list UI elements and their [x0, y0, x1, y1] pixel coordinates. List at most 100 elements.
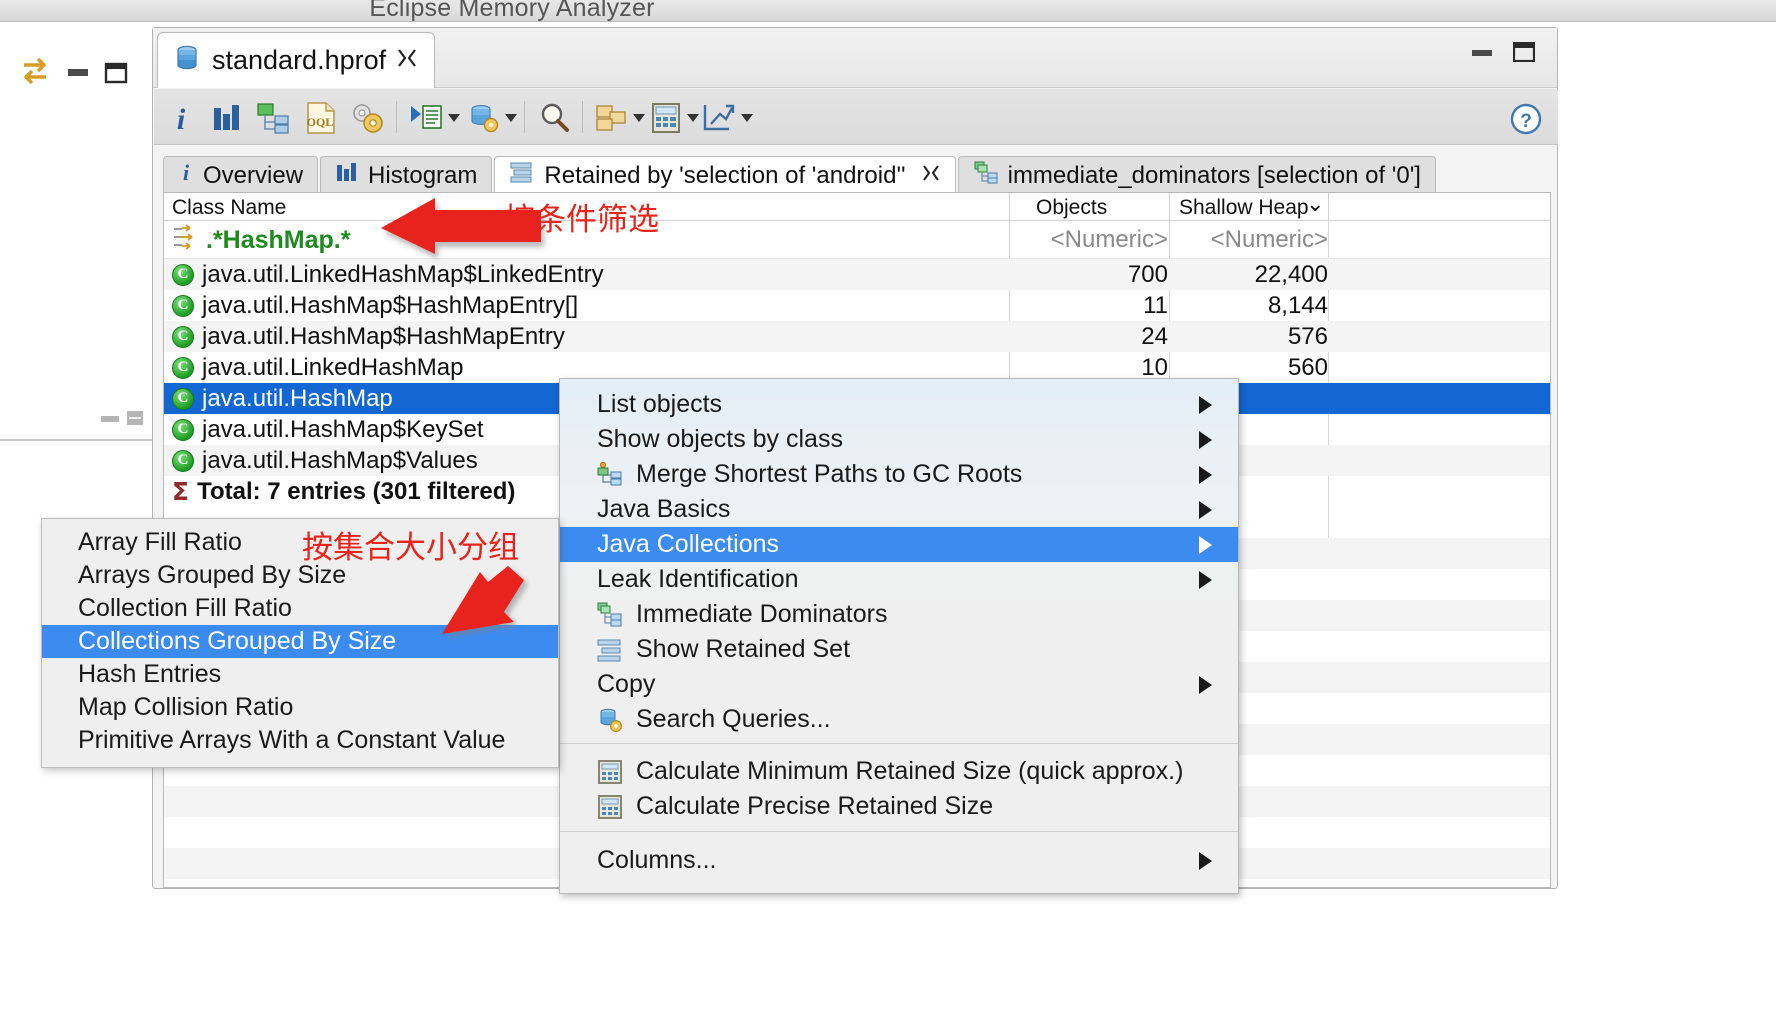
group-by-icon[interactable] — [594, 99, 645, 137]
menu-item-label: Search Queries... — [636, 705, 831, 734]
submenu-item-hash-entries[interactable]: Hash Entries — [42, 658, 558, 691]
submenu-item-label: Hash Entries — [78, 660, 221, 689]
column-divider[interactable] — [1169, 193, 1170, 221]
menu-item-java-basics[interactable]: Java Basics — [560, 492, 1238, 527]
app-title: Eclipse Memory Analyzer — [0, 0, 1024, 23]
chevron-down-icon[interactable] — [633, 114, 645, 122]
row-class-name-label: java.util.HashMap$HashMapEntry — [202, 323, 565, 351]
maximize-view-icon[interactable] — [104, 62, 128, 89]
query-browser-icon[interactable] — [466, 99, 517, 137]
close-icon[interactable] — [396, 47, 418, 74]
left-panel-restore-icon[interactable] — [126, 410, 144, 426]
editor-tab-standard-hprof[interactable]: standard.hprof — [157, 32, 435, 88]
left-view-toolbar — [12, 56, 142, 90]
left-panel-minimize-icon[interactable] — [100, 412, 120, 424]
menu-item-show-objects-by-class[interactable]: Show objects by class — [560, 422, 1238, 457]
submenu-arrow-icon — [1199, 676, 1212, 694]
menu-item-list-objects[interactable]: List objects — [560, 387, 1238, 422]
row-class-name: C java.util.LinkedHashMap$LinkedEntry — [172, 261, 604, 289]
chevron-down-icon[interactable] — [687, 114, 699, 122]
submenu-arrow-icon — [1199, 501, 1212, 519]
column-divider[interactable] — [1009, 193, 1010, 221]
submenu-arrow-icon — [1199, 852, 1212, 870]
menu-item-search-queries[interactable]: Search Queries... — [560, 702, 1238, 737]
calculator-icon — [597, 794, 623, 820]
menu-item-label: Copy — [597, 670, 655, 699]
dominator-tree-icon[interactable] — [256, 99, 292, 137]
chevron-down-icon[interactable] — [505, 114, 517, 122]
column-divider[interactable] — [1328, 193, 1329, 221]
retained-set-icon — [597, 637, 623, 663]
histogram-icon — [335, 161, 359, 190]
menu-item-columns[interactable]: Columns... — [560, 843, 1238, 878]
menu-item-merge-shortest-paths-to-gc-roots[interactable]: Merge Shortest Paths to GC Roots — [560, 457, 1238, 492]
submenu-item-collection-fill-ratio[interactable]: Collection Fill Ratio — [42, 592, 558, 625]
search-icon[interactable] — [538, 99, 572, 137]
column-header-shallow-heap[interactable]: Shallow Heap — [1179, 196, 1309, 220]
table-row[interactable]: C java.util.LinkedHashMap$LinkedEntry 70… — [164, 259, 1550, 290]
column-header-class-name[interactable]: Class Name — [172, 196, 286, 220]
filter-row-class-name[interactable]: .*HashMap.* — [172, 224, 350, 257]
row-class-name: C java.util.HashMap$HashMapEntry — [172, 323, 565, 351]
submenu-item-primitive-arrays-with-a-constant-value[interactable]: Primitive Arrays With a Constant Value — [42, 724, 558, 757]
calculate-gears-icon[interactable] — [350, 99, 386, 137]
heap-dump-icon — [172, 43, 202, 78]
row-class-name: C java.util.HashMap$Values — [172, 447, 478, 475]
tab-histogram-label: Histogram — [368, 162, 477, 190]
submenu-arrow-icon — [1199, 396, 1212, 414]
table-filter-row[interactable]: .*HashMap.* <Numeric> <Numeric> — [164, 222, 1550, 258]
row-shallow-heap: 8,144 — [1176, 292, 1328, 320]
menu-item-java-collections[interactable]: Java Collections — [560, 527, 1238, 562]
menu-item-show-retained-set[interactable]: Show Retained Set — [560, 632, 1238, 667]
close-icon[interactable] — [921, 163, 941, 189]
class-icon: C — [172, 357, 194, 379]
table-row[interactable]: C java.util.HashMap$HashMapEntry 24 576 — [164, 321, 1550, 352]
info-icon: i — [178, 160, 194, 191]
oql-icon[interactable]: OQL — [304, 99, 338, 137]
annotation-label-group-by-size: 按集合大小分组 — [302, 522, 519, 567]
chevron-down-icon[interactable] — [741, 114, 753, 122]
minimize-view-icon[interactable] — [66, 66, 90, 84]
row-class-name-label: java.util.HashMap$KeySet — [202, 416, 483, 444]
toolbar-separator — [524, 101, 525, 133]
editor-minimize-icon[interactable] — [1471, 46, 1493, 58]
menu-item-leak-identification[interactable]: Leak Identification — [560, 562, 1238, 597]
tab-immediate-dominators[interactable]: immediate_dominators [selection of '0'] — [958, 156, 1436, 194]
overview-info-icon[interactable]: i — [168, 99, 194, 137]
row-shallow-heap: 576 — [1176, 323, 1328, 351]
tab-retained-by-selection[interactable]: Retained by 'selection of 'android'' — [494, 156, 955, 194]
merge-paths-icon — [597, 462, 623, 488]
row-class-name-label: java.util.LinkedHashMap$LinkedEntry — [202, 261, 604, 289]
filter-value-shallow-heap[interactable]: <Numeric> — [1176, 226, 1328, 254]
row-shallow-heap: 22,400 — [1176, 261, 1328, 289]
filter-value-objects[interactable]: <Numeric> — [1016, 226, 1168, 254]
table-row[interactable]: C java.util.HashMap$HashMapEntry[] 11 8,… — [164, 290, 1550, 321]
run-expert-system-test-icon[interactable] — [409, 99, 460, 137]
submenu-item-map-collision-ratio[interactable]: Map Collision Ratio — [42, 691, 558, 724]
editor-tab-label: standard.hprof — [212, 45, 386, 76]
menu-item-copy[interactable]: Copy — [560, 667, 1238, 702]
editor-maximize-icon[interactable] — [1513, 42, 1535, 62]
sigma-icon: Σ — [172, 477, 189, 506]
histogram-icon[interactable] — [210, 99, 244, 137]
tab-overview[interactable]: i Overview — [163, 156, 318, 194]
chevron-down-icon[interactable] — [448, 114, 460, 122]
export-icon[interactable] — [702, 99, 753, 137]
menu-item-label: Calculate Precise Retained Size — [636, 792, 993, 821]
menu-item-immediate-dominators[interactable]: Immediate Dominators — [560, 597, 1238, 632]
tab-histogram[interactable]: Histogram — [320, 156, 492, 194]
menu-item-calculate-minimum-retained-size[interactable]: Calculate Minimum Retained Size (quick a… — [560, 754, 1238, 789]
submenu-item-collections-grouped-by-size[interactable]: Collections Grouped By Size — [42, 625, 558, 658]
column-header-objects[interactable]: Objects — [1036, 196, 1107, 220]
context-menu: List objects Show objects by class Merge… — [559, 378, 1239, 894]
link-with-editor-icon[interactable] — [18, 56, 52, 91]
row-class-name: C java.util.HashMap$KeySet — [172, 416, 483, 444]
class-icon: C — [172, 295, 194, 317]
menu-item-label: Columns... — [597, 846, 716, 875]
help-icon[interactable]: ? — [1510, 103, 1542, 135]
row-class-name: C java.util.HashMap — [172, 385, 393, 413]
calculator-icon[interactable] — [650, 99, 699, 137]
sort-indicator-icon[interactable]: ⌄ — [1306, 191, 1324, 217]
menu-item-calculate-precise-retained-size[interactable]: Calculate Precise Retained Size — [560, 789, 1238, 824]
row-class-name-label: java.util.HashMap$HashMapEntry[] — [202, 292, 578, 320]
